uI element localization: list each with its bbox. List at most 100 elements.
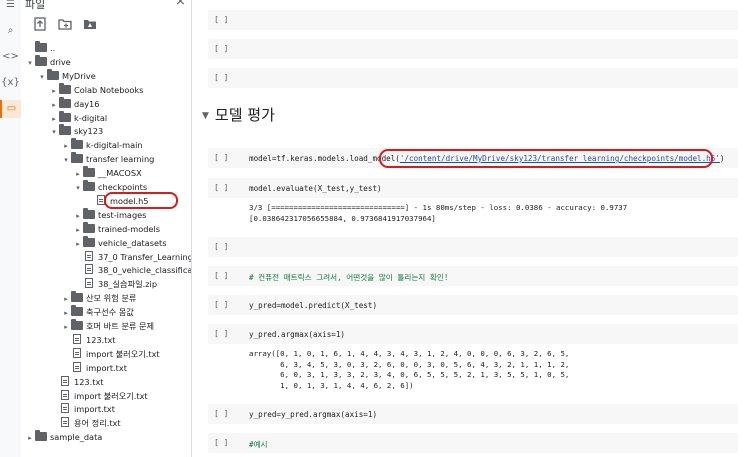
run-cell-button[interactable]: [ ] xyxy=(214,44,228,53)
file-tree-file[interactable]: import.txt xyxy=(49,402,115,416)
expand-chevron-icon[interactable]: ▸ xyxy=(73,223,83,237)
file-tree-folder[interactable]: ▸ __MACOSX xyxy=(73,166,142,180)
expand-chevron-icon[interactable]: ▸ xyxy=(61,139,71,153)
file-tree-file[interactable]: import 불러오기.txt xyxy=(61,347,160,361)
file-tree-folder[interactable]: ▸ k-digital-main xyxy=(61,138,143,152)
run-cell-button[interactable]: [ ] xyxy=(214,73,228,82)
search-icon[interactable]: ⌕ xyxy=(0,22,21,40)
run-cell-button[interactable]: [ ] xyxy=(214,271,228,280)
code-cell[interactable]: [ ] xyxy=(208,10,738,30)
folder-icon xyxy=(71,138,83,150)
code-cell[interactable]: [ ] xyxy=(208,237,738,257)
expand-chevron-icon[interactable]: ▸ xyxy=(61,292,71,306)
file-tree-file[interactable]: 123.txt xyxy=(61,333,116,347)
menu-icon[interactable]: ☰ xyxy=(0,0,21,14)
cell-code[interactable]: # 컨퓨전 매트릭스 그려서, 어떤것을 많이 틀리는지 확인! xyxy=(249,272,448,283)
folder-icon xyxy=(59,82,71,94)
file-tree-label: sky123 xyxy=(74,126,104,137)
collapse-chevron-icon[interactable]: ▾ xyxy=(37,70,47,84)
expand-chevron-icon[interactable]: ▸ xyxy=(73,209,83,223)
file-tree-label: 산모 위험 분류 xyxy=(86,293,137,304)
expand-chevron-icon[interactable]: ▸ xyxy=(49,84,59,98)
file-tree-folder[interactable]: ▾ MyDrive xyxy=(37,68,96,84)
expand-chevron-icon[interactable]: ▸ xyxy=(25,431,35,445)
collapse-chevron-icon[interactable]: ▾ xyxy=(49,125,59,139)
file-tree-file[interactable]: import.txt xyxy=(61,361,127,375)
file-tree-folder[interactable]: ▸ day16 xyxy=(49,96,99,112)
cell-code[interactable]: y_pred=model.predict(X_test) xyxy=(249,301,377,310)
file-tree-folder[interactable]: ▸ 축구선수 몸값 xyxy=(61,305,134,319)
mount-drive-icon[interactable] xyxy=(83,17,97,31)
file-tree-label: import.txt xyxy=(74,404,115,415)
new-folder-icon[interactable] xyxy=(58,17,72,31)
panel-title: 파일 xyxy=(25,0,46,11)
file-tree-folder[interactable]: ▸ 산모 위험 분류 xyxy=(61,291,136,305)
code-cell[interactable]: [ ] xyxy=(208,39,738,59)
file-tree-folder[interactable]: ▸ trained-models xyxy=(73,221,160,237)
file-tree-file[interactable]: 123.txt xyxy=(49,375,104,389)
file-tree-file[interactable]: 38_0_vehicle_classifica... xyxy=(73,263,191,277)
expand-chevron-icon[interactable]: ▸ xyxy=(73,167,83,181)
run-cell-button[interactable]: [ ] xyxy=(214,153,228,162)
code-cell[interactable]: [ ] model.evaluate(X_test,y_test) xyxy=(208,178,738,198)
code-cell[interactable]: [ ] y_pred.argmax(axis=1) xyxy=(208,324,738,344)
folder-icon xyxy=(35,430,47,442)
notebook-area: ▼ 모델 평가 [ ] [ ] [ ] [ ] model=tf.keras.models… xyxy=(192,0,750,457)
cell-code[interactable]: y_pred=y_pred.argmax(axis=1) xyxy=(249,410,377,419)
file-tree-folder[interactable]: ▸ k-digital xyxy=(49,110,107,126)
code-cell[interactable]: [ ] xyxy=(208,68,738,88)
files-icon[interactable]: ▭ xyxy=(0,100,21,118)
cell-code[interactable]: model.evaluate(X_test,y_test) xyxy=(249,184,382,193)
cell-output: 3/3 [==============================] - 1… xyxy=(249,203,628,223)
collapse-chevron-icon[interactable]: ▾ xyxy=(25,56,35,70)
file-tree-folder[interactable]: ▸ Colab Notebooks xyxy=(49,82,143,98)
run-cell-button[interactable]: [ ] xyxy=(214,183,228,192)
folder-icon xyxy=(83,207,95,219)
file-tree-label: sample_data xyxy=(50,432,103,443)
file-tree-label: k-digital-main xyxy=(86,140,143,151)
file-tree-folder[interactable]: ▾ sky123 xyxy=(49,124,103,138)
folder-icon xyxy=(71,152,83,164)
folder-icon xyxy=(83,235,95,247)
code-cell[interactable]: [ ] #예시 xyxy=(208,433,738,453)
expand-chevron-icon[interactable]: ▸ xyxy=(61,306,71,320)
file-tree-folder[interactable]: ▸ vehicle_datasets xyxy=(73,235,166,251)
variables-icon[interactable]: {x} xyxy=(0,74,21,92)
model-path-highlight xyxy=(379,149,713,168)
folder-icon xyxy=(59,110,71,122)
run-cell-button[interactable]: [ ] xyxy=(214,409,228,418)
run-cell-button[interactable]: [ ] xyxy=(214,300,228,309)
run-cell-button[interactable]: [ ] xyxy=(214,329,228,338)
close-panel-button[interactable]: × xyxy=(175,0,186,9)
run-cell-button[interactable]: [ ] xyxy=(214,438,228,447)
file-tree-folder[interactable]: ▾ drive xyxy=(25,54,71,70)
file-tree-folder[interactable]: ▾ transfer learning xyxy=(61,152,154,166)
collapse-chevron-icon[interactable]: ▾ xyxy=(73,181,83,195)
collapse-chevron-icon[interactable]: ▾ xyxy=(61,153,71,167)
code-icon[interactable]: <> xyxy=(0,48,21,66)
file-tree-folder[interactable]: ▸ sample_data xyxy=(25,430,102,444)
expand-chevron-icon[interactable]: ▸ xyxy=(49,98,59,112)
file-tree-file[interactable]: 용어 정리.txt xyxy=(49,416,121,430)
cell-code[interactable]: #예시 xyxy=(249,439,268,450)
file-tree-folder[interactable]: ▸ test-images xyxy=(73,207,146,223)
code-cell[interactable]: [ ] # 컨퓨전 매트릭스 그려서, 어떤것을 많이 틀리는지 확인! xyxy=(208,266,738,286)
file-tree-file[interactable]: 38_실습파일.zip xyxy=(73,277,157,291)
expand-chevron-icon[interactable]: ▸ xyxy=(49,112,59,126)
top-toolbar-strip xyxy=(192,0,750,6)
file-tree-label: 호머 바트 분류 문제 xyxy=(86,321,155,331)
run-cell-button[interactable]: [ ] xyxy=(214,242,228,251)
run-cell-button[interactable]: [ ] xyxy=(214,15,228,24)
expand-chevron-icon[interactable]: ▸ xyxy=(73,237,83,251)
cell-code[interactable]: y_pred.argmax(axis=1) xyxy=(249,330,345,339)
upload-file-icon[interactable] xyxy=(33,17,47,31)
code-cell[interactable]: [ ] y_pred=model.predict(X_test) xyxy=(208,295,738,315)
file-icon xyxy=(73,361,81,372)
collapse-section-icon[interactable]: ▼ xyxy=(202,111,209,121)
file-tree-file[interactable]: 37_0 Transfer_Learning... xyxy=(73,250,191,264)
file-tree-folder[interactable]: .. xyxy=(25,41,55,55)
file-tree-folder[interactable]: ▸ 호머 바트 분류 문제 xyxy=(61,319,154,333)
expand-chevron-icon[interactable]: ▸ xyxy=(61,320,71,334)
file-tree-file[interactable]: import 불러오기.txt xyxy=(49,389,148,403)
code-cell[interactable]: [ ] y_pred=y_pred.argmax(axis=1) xyxy=(208,404,738,424)
